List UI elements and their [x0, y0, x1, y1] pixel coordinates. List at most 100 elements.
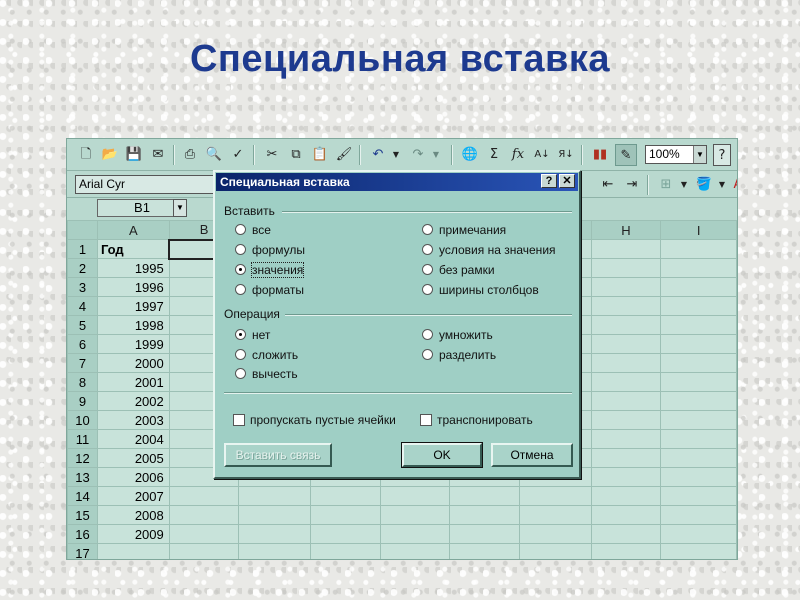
row-header[interactable]: 3 [67, 277, 98, 297]
cell[interactable] [590, 296, 662, 316]
cell[interactable] [518, 524, 592, 544]
row-header[interactable]: 16 [67, 524, 98, 544]
column-header[interactable]: H [590, 220, 662, 240]
row-header[interactable]: 8 [67, 372, 98, 392]
cell[interactable]: 2003 [96, 410, 170, 430]
help-button[interactable]: ? [541, 174, 557, 188]
cell[interactable]: 2009 [96, 524, 170, 544]
cell[interactable] [379, 486, 451, 506]
cell[interactable]: 2002 [96, 391, 170, 411]
decrease-indent-icon[interactable]: ⇤ [597, 174, 619, 196]
cell[interactable]: 2005 [96, 448, 170, 468]
cell[interactable] [660, 315, 737, 335]
cell[interactable] [238, 524, 312, 544]
cell[interactable] [379, 524, 451, 544]
radio-op-none[interactable]: нет [235, 327, 270, 343]
radio-paste-no-borders[interactable]: без рамки [422, 262, 495, 278]
print-icon[interactable]: ⎙ [179, 144, 201, 166]
zoom-select[interactable]: 100% ▼ [645, 145, 707, 164]
spelling-icon[interactable]: ✓ [227, 144, 249, 166]
cell[interactable] [168, 505, 240, 525]
row-header[interactable]: 4 [67, 296, 98, 316]
new-document-icon[interactable]: 🗋 [75, 144, 97, 166]
cell[interactable] [590, 429, 662, 449]
radio-paste-column-widths[interactable]: ширины столбцов [422, 282, 539, 298]
row-header[interactable]: 2 [67, 258, 98, 278]
cell[interactable] [590, 486, 662, 506]
cell[interactable] [449, 505, 520, 525]
cancel-button[interactable]: Отмена [491, 443, 573, 467]
cell[interactable] [379, 543, 451, 559]
cell[interactable] [660, 448, 737, 468]
cell[interactable]: 1997 [96, 296, 170, 316]
cell[interactable] [518, 486, 592, 506]
cell[interactable]: 2001 [96, 372, 170, 392]
dialog-titlebar[interactable]: Специальная вставка [216, 173, 578, 191]
paste-link-button[interactable]: Вставить связь [224, 443, 332, 467]
cell[interactable] [590, 315, 662, 335]
chart-wizard-icon[interactable]: ▮▮ [589, 144, 611, 166]
row-header[interactable]: 9 [67, 391, 98, 411]
cell[interactable] [660, 277, 737, 297]
radio-op-subtract[interactable]: вычесть [235, 366, 298, 382]
cut-icon[interactable]: ✂ [261, 144, 283, 166]
undo-dropdown-icon[interactable]: ▼ [385, 144, 407, 166]
row-header[interactable]: 5 [67, 315, 98, 335]
font-select[interactable]: Arial Cyr [75, 175, 215, 194]
cell[interactable]: 2004 [96, 429, 170, 449]
cell[interactable] [168, 543, 240, 559]
cell[interactable] [168, 486, 240, 506]
cell[interactable] [449, 486, 520, 506]
cell[interactable] [96, 543, 170, 559]
cell[interactable] [660, 543, 737, 559]
open-folder-icon[interactable]: 📂 [99, 144, 121, 166]
row-header[interactable]: 12 [67, 448, 98, 468]
cell[interactable] [590, 334, 662, 354]
row-header[interactable]: 14 [67, 486, 98, 506]
cell[interactable] [590, 372, 662, 392]
row-header[interactable]: 10 [67, 410, 98, 430]
cell[interactable]: 2006 [96, 467, 170, 487]
cell[interactable]: 1999 [96, 334, 170, 354]
sort-ascending-icon[interactable]: А↓ [531, 144, 553, 166]
cell[interactable] [590, 258, 662, 278]
cell[interactable] [518, 543, 592, 559]
cell[interactable] [449, 524, 520, 544]
cell[interactable] [660, 372, 737, 392]
radio-paste-formats[interactable]: форматы [235, 282, 304, 298]
function-icon[interactable]: fx [507, 144, 529, 166]
paste-icon[interactable]: 📋 [309, 144, 331, 166]
cell[interactable] [660, 505, 737, 525]
radio-paste-comments[interactable]: примечания [422, 222, 506, 238]
skip-blanks-checkbox[interactable]: пропускать пустые ячейки [233, 412, 396, 428]
close-button[interactable]: ✕ [559, 174, 575, 188]
cell[interactable] [590, 353, 662, 373]
cell[interactable] [310, 505, 381, 525]
print-preview-icon[interactable]: 🔍 [203, 144, 225, 166]
cell[interactable] [590, 505, 662, 525]
radio-paste-values[interactable]: значения [235, 262, 305, 278]
cell[interactable] [590, 448, 662, 468]
cell[interactable] [518, 505, 592, 525]
cell[interactable] [590, 391, 662, 411]
cell[interactable]: 1996 [96, 277, 170, 297]
cell[interactable] [379, 505, 451, 525]
redo-dropdown-icon[interactable]: ▼ [425, 144, 447, 166]
row-header[interactable]: 11 [67, 429, 98, 449]
radio-paste-validation[interactable]: условия на значения [422, 242, 556, 258]
transpose-checkbox[interactable]: транспонировать [420, 412, 533, 428]
sort-descending-icon[interactable]: Я↓ [555, 144, 577, 166]
cell[interactable] [590, 239, 662, 259]
radio-paste-formulas[interactable]: формулы [235, 242, 305, 258]
cell[interactable] [660, 467, 737, 487]
radio-op-divide[interactable]: разделить [422, 347, 496, 363]
radio-paste-all[interactable]: все [235, 222, 271, 238]
cell[interactable]: Год [96, 239, 170, 259]
chevron-down-icon[interactable]: ▼ [173, 199, 187, 217]
radio-op-add[interactable]: сложить [235, 347, 298, 363]
select-all-corner[interactable] [67, 220, 98, 240]
row-header[interactable]: 1 [67, 239, 98, 259]
cell[interactable] [590, 467, 662, 487]
cell[interactable] [590, 410, 662, 430]
row-header[interactable]: 13 [67, 467, 98, 487]
